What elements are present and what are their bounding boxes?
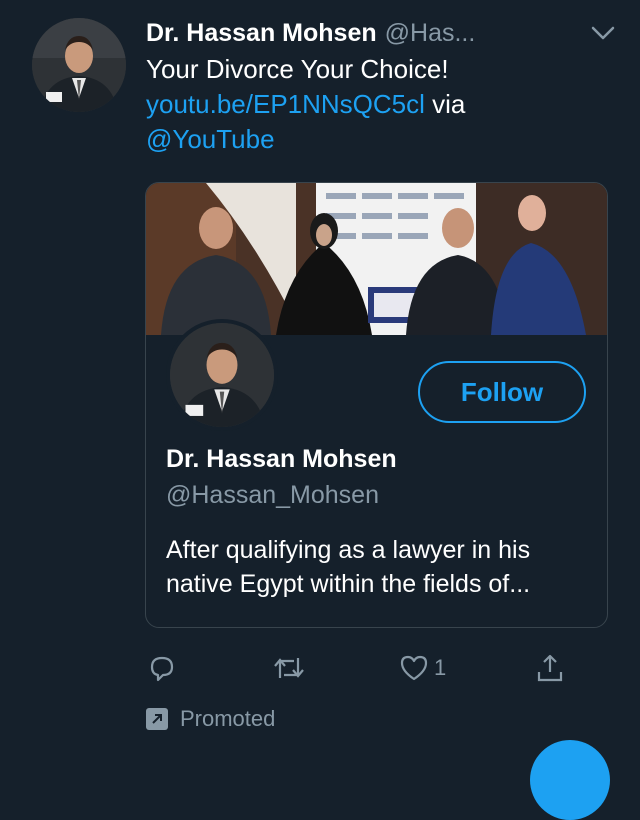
via-text: via	[424, 89, 466, 119]
share-button[interactable]	[534, 648, 566, 688]
follow-button[interactable]: Follow	[418, 361, 586, 423]
author-name[interactable]: Dr. Hassan Mohsen	[146, 19, 377, 48]
youtube-link[interactable]: youtu.be/EP1NNsQC5cl	[146, 89, 425, 119]
tweet-header: Dr. Hassan Mohsen @Has...	[146, 16, 620, 50]
tweet-text: Your Divorce Your Choice! youtu.be/EP1NN…	[146, 52, 606, 157]
promoted-arrow-icon	[146, 708, 168, 730]
youtube-mention[interactable]: @YouTube	[146, 124, 275, 154]
reply-icon	[150, 656, 174, 682]
share-icon	[537, 654, 563, 682]
chevron-down-icon[interactable]	[586, 16, 620, 50]
card-bio: After qualifying as a lawyer in his nati…	[166, 536, 531, 598]
author-avatar[interactable]	[32, 18, 126, 112]
tweet-text-line: Your Divorce Your Choice!	[146, 54, 449, 84]
card-handle: @Hassan_Mohsen	[166, 481, 379, 509]
compose-button[interactable]	[530, 740, 610, 820]
retweet-button[interactable]	[272, 648, 306, 688]
card-banner-image	[146, 183, 607, 335]
author-photo	[32, 18, 126, 112]
like-count: 1	[434, 655, 447, 680]
tweet-actions: 1	[146, 648, 566, 688]
card-avatar-photo	[170, 323, 274, 427]
like-button[interactable]: 1	[398, 648, 446, 688]
reply-button[interactable]	[146, 648, 178, 688]
profile-card[interactable]: Follow Dr. Hassan Mohsen @Hassan_Mohsen …	[145, 182, 608, 628]
tweet-text-line-2: youtu.be/EP1NNsQC5cl via	[146, 87, 606, 122]
retweet-icon	[274, 658, 304, 678]
promoted-label: Promoted	[146, 704, 275, 734]
heart-icon	[400, 655, 428, 681]
author-handle[interactable]: @Has...	[385, 19, 476, 48]
card-name: Dr. Hassan Mohsen	[166, 445, 397, 473]
promoted-text: Promoted	[180, 706, 276, 731]
card-avatar[interactable]	[166, 319, 278, 431]
